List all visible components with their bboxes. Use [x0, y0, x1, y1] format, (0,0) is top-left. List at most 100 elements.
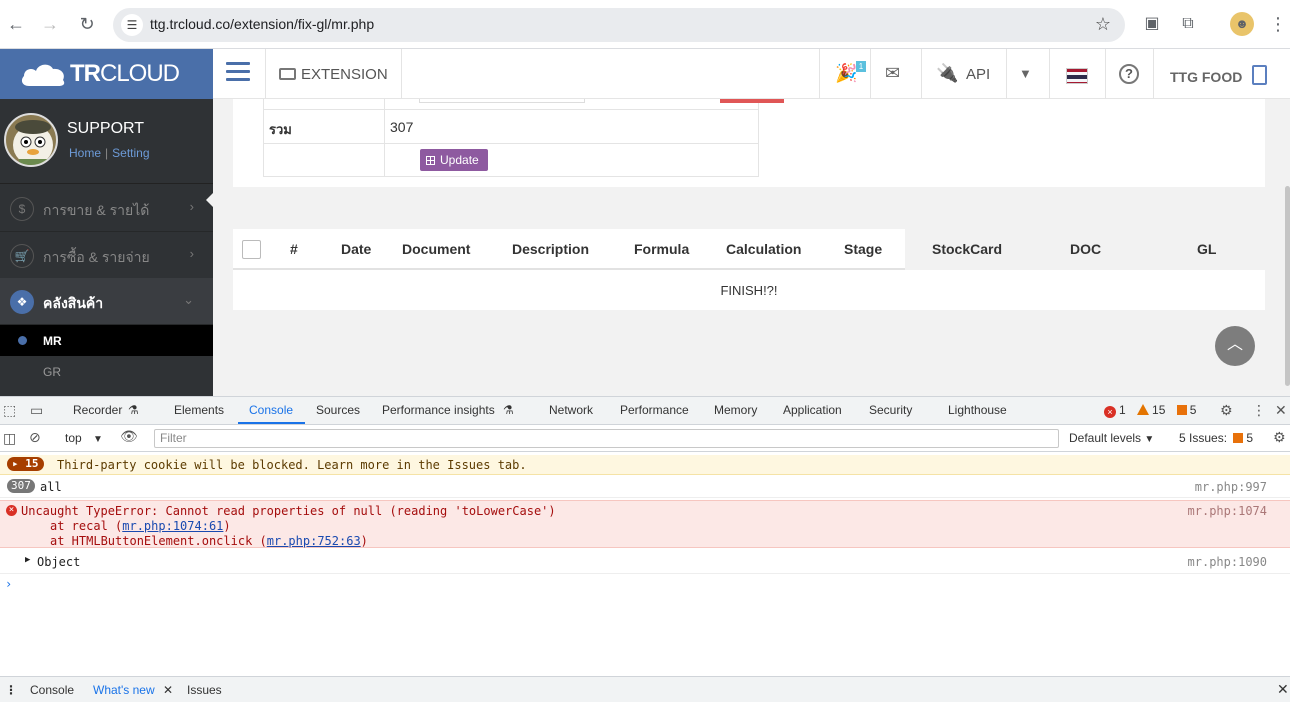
- more-options-icon[interactable]: ⋮: [1252, 402, 1266, 419]
- column-header-description[interactable]: Description: [512, 241, 589, 257]
- extension-menu[interactable]: EXTENSION: [279, 66, 388, 83]
- site-info-icon[interactable]: ☰: [121, 14, 143, 36]
- plug-icon[interactable]: 🔌: [936, 63, 958, 84]
- log-levels-dropdown[interactable]: Default levels ▼: [1069, 431, 1154, 445]
- column-header-document[interactable]: Document: [402, 241, 470, 257]
- sidebar-item-purchase[interactable]: 🛒 การซื้อ & รายจ่าย ›: [0, 232, 213, 279]
- main-content: รวม 307 Update # Date Document Descripti…: [213, 99, 1290, 396]
- filter-input[interactable]: Filter: [154, 429, 1059, 448]
- drawer-tab-whats-new[interactable]: What's new: [93, 683, 155, 697]
- sidebar-item-sales[interactable]: $ การขาย & รายได้ ›: [0, 185, 213, 232]
- back-icon[interactable]: ←: [4, 12, 28, 36]
- sidebar-subitem-mr[interactable]: MR: [0, 325, 213, 356]
- summary-table: รวม 307 Update: [263, 99, 784, 177]
- mail-icon[interactable]: ✉: [885, 63, 900, 84]
- column-header-doc[interactable]: DOC: [1070, 241, 1101, 257]
- column-header-formula[interactable]: Formula: [634, 241, 689, 257]
- party-notification-icon[interactable]: 🎉: [835, 63, 857, 84]
- expand-triangle-icon[interactable]: ▶: [25, 555, 30, 565]
- company-name[interactable]: TTG FOOD: [1170, 69, 1242, 85]
- tab-security[interactable]: Security: [869, 403, 912, 417]
- table-icon: [426, 156, 435, 165]
- url-text[interactable]: ttg.trcloud.co/extension/fix-gl/mr.php: [150, 16, 374, 32]
- cart-icon: 🛒: [10, 244, 34, 268]
- source-link[interactable]: mr.php:1074: [1188, 504, 1267, 518]
- delete-button-partial[interactable]: [720, 99, 784, 103]
- chevron-right-icon: ›: [189, 246, 194, 261]
- inspect-element-icon[interactable]: ⬚: [3, 402, 16, 419]
- scroll-to-top-button[interactable]: ︿: [1215, 326, 1255, 366]
- sidebar-item-inventory[interactable]: ❖ คลังสินค้า ⌄: [0, 278, 213, 325]
- close-devtools-icon[interactable]: ✕: [1275, 402, 1287, 419]
- total-value: 307: [390, 119, 414, 135]
- api-menu[interactable]: API: [966, 66, 990, 83]
- source-link[interactable]: mr.php:997: [1195, 480, 1267, 494]
- extensions-puzzle-icon[interactable]: ⧉: [1176, 12, 1200, 36]
- drawer-tab-issues[interactable]: Issues: [187, 683, 222, 697]
- issues-counter[interactable]: 5 Issues: 5: [1179, 431, 1253, 445]
- avatar[interactable]: [4, 113, 58, 167]
- source-link[interactable]: mr.php:1090: [1188, 555, 1267, 569]
- console-warning-message[interactable]: ▸ 15 Third-party cookie will be blocked.…: [0, 455, 1290, 475]
- address-bar[interactable]: ☰ ttg.trcloud.co/extension/fix-gl/mr.php…: [113, 8, 1125, 42]
- console-settings-gear-icon[interactable]: ⚙: [1273, 429, 1286, 446]
- drawer-tab-console[interactable]: Console: [30, 683, 74, 697]
- tab-application[interactable]: Application: [783, 403, 842, 417]
- eye-icon[interactable]: 👁: [120, 428, 138, 445]
- console-log-message[interactable]: 307 all mr.php:997: [0, 476, 1290, 498]
- console-prompt[interactable]: ›: [0, 575, 1290, 595]
- drawer-menu-icon[interactable]: ⋮: [5, 683, 17, 697]
- tab-sources[interactable]: Sources: [316, 403, 360, 417]
- setting-link[interactable]: Setting: [112, 146, 149, 160]
- home-link[interactable]: Home: [69, 146, 101, 160]
- sidebar-item-label: คลังสินค้า: [43, 295, 104, 311]
- column-header-stage[interactable]: Stage: [844, 241, 882, 257]
- tab-elements[interactable]: Elements: [174, 403, 224, 417]
- tab-network[interactable]: Network: [549, 403, 593, 417]
- help-icon[interactable]: ?: [1119, 64, 1139, 84]
- close-drawer-icon[interactable]: ✕: [1277, 681, 1289, 698]
- console-object-message[interactable]: ▶ Object mr.php:1090: [0, 550, 1290, 574]
- building-icon[interactable]: [1252, 65, 1267, 85]
- update-button[interactable]: Update: [420, 149, 488, 171]
- dropdown-caret-icon[interactable]: ▼: [1019, 66, 1032, 81]
- tab-memory[interactable]: Memory: [714, 403, 757, 417]
- sidebar-subitem-gr[interactable]: GR: [0, 356, 213, 387]
- column-header-stockcard[interactable]: StockCard: [932, 241, 1002, 257]
- column-header-gl[interactable]: GL: [1197, 241, 1216, 257]
- column-header-number[interactable]: #: [290, 241, 298, 257]
- column-header-calculation[interactable]: Calculation: [726, 241, 801, 257]
- devtools-drawer-tabbar: ⋮ Console What's new ✕ Issues ✕: [0, 676, 1290, 702]
- console-error-message[interactable]: × Uncaught TypeError: Cannot read proper…: [0, 500, 1290, 548]
- context-selector[interactable]: top ▼: [65, 431, 103, 445]
- bookmark-star-icon[interactable]: ☆: [1095, 14, 1111, 35]
- chevron-right-icon: ›: [189, 199, 194, 214]
- trcloud-logo[interactable]: TRCLOUD: [0, 49, 213, 99]
- device-toolbar-icon[interactable]: ▭: [30, 402, 43, 419]
- prompt-chevron-icon: ›: [5, 577, 13, 591]
- sidebar-toggle-icon[interactable]: ◫: [3, 430, 16, 447]
- tab-performance-insights[interactable]: Performance insights: [382, 403, 495, 417]
- stack-link[interactable]: mr.php:752:63: [267, 534, 361, 548]
- tab-lighthouse[interactable]: Lighthouse: [948, 403, 1007, 417]
- sidebar-subitem-label: MR: [43, 334, 62, 348]
- tab-console[interactable]: Console: [249, 403, 293, 417]
- thai-flag-icon[interactable]: [1066, 68, 1088, 84]
- stack-link[interactable]: mr.php:1074:61: [122, 519, 223, 533]
- forward-icon[interactable]: →: [38, 12, 62, 36]
- profile-avatar-icon[interactable]: ☻: [1230, 12, 1254, 36]
- text-input-partial[interactable]: [419, 99, 585, 103]
- page-scrollbar[interactable]: [1285, 186, 1290, 386]
- column-header-date[interactable]: Date: [341, 241, 371, 257]
- chat-extension-icon[interactable]: ▣: [1140, 12, 1164, 36]
- browser-menu-icon[interactable]: ⋮: [1266, 12, 1290, 36]
- tab-performance[interactable]: Performance: [620, 403, 689, 417]
- tab-recorder[interactable]: Recorder: [73, 403, 122, 417]
- reload-icon[interactable]: ↻: [75, 12, 99, 36]
- console-counts[interactable]: × 1 15 5: [1104, 403, 1196, 418]
- select-all-checkbox[interactable]: [242, 240, 261, 259]
- settings-gear-icon[interactable]: ⚙: [1220, 402, 1233, 419]
- clear-console-icon[interactable]: ⊘: [29, 429, 41, 446]
- hamburger-menu-icon[interactable]: [226, 62, 250, 84]
- close-tab-icon[interactable]: ✕: [163, 683, 173, 697]
